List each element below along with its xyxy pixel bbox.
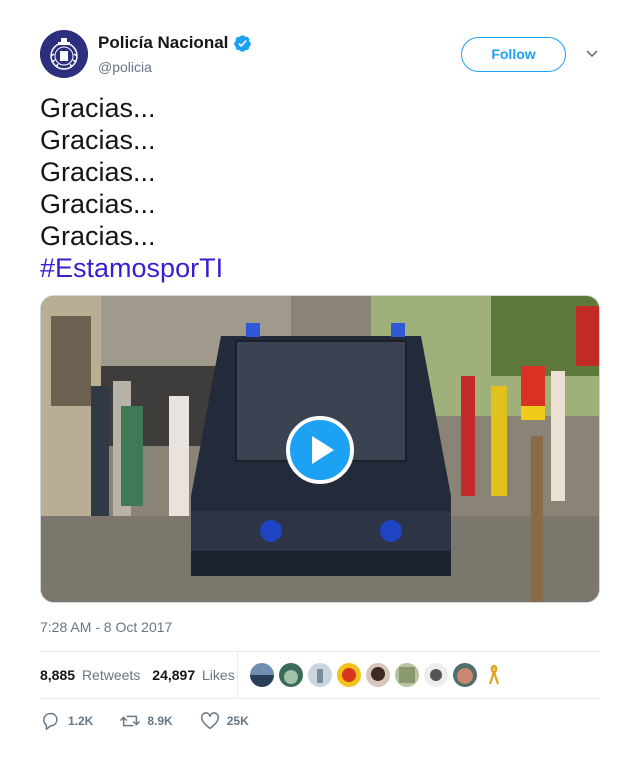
heart-icon <box>200 712 219 730</box>
verified-badge-icon <box>233 34 252 53</box>
tweet-timestamp[interactable]: 7:28 AM - 8 Oct 2017 <box>40 619 600 639</box>
display-name[interactable]: Policía Nacional <box>98 33 228 53</box>
reply-count: 1.2K <box>68 714 94 728</box>
liker-avatar[interactable] <box>308 663 332 687</box>
liker-avatar[interactable] <box>482 663 506 687</box>
hashtag-link[interactable]: #EstamosporTI <box>40 252 600 284</box>
liker-avatar[interactable] <box>424 663 448 687</box>
retweets-label: Retweets <box>81 667 141 683</box>
liker-avatar[interactable] <box>337 663 361 687</box>
tweet-text: Gracias... Gracias... Gracias... Gracias… <box>40 92 600 284</box>
liker-avatar[interactable] <box>395 663 419 687</box>
play-icon <box>312 436 334 464</box>
like-button[interactable]: 25K <box>199 710 249 732</box>
reply-icon <box>43 712 58 730</box>
play-button[interactable] <box>286 416 354 484</box>
tweet: Policía Nacional @policia Follow Gracias… <box>40 30 600 743</box>
chevron-down-icon[interactable] <box>584 45 600 61</box>
retweets-count: 8,885 <box>40 667 76 683</box>
tweet-text-line: Gracias... <box>40 221 156 251</box>
avatar[interactable] <box>40 30 88 78</box>
tweet-stats: 8,885 Retweets 24,897 Likes <box>40 652 600 698</box>
retweet-icon <box>120 715 141 727</box>
tweet-text-line: Gracias... <box>40 157 156 187</box>
tweet-header: Policía Nacional @policia Follow <box>40 30 600 82</box>
tweet-text-line: Gracias... <box>40 125 156 155</box>
retweet-count: 8.9K <box>147 714 173 728</box>
liker-avatar[interactable] <box>279 663 303 687</box>
liker-avatar[interactable] <box>453 663 477 687</box>
likes-label: Likes <box>202 667 235 683</box>
likes-stat[interactable]: 24,897 Likes <box>152 667 234 683</box>
liker-avatar[interactable] <box>366 663 390 687</box>
tweet-text-line: Gracias... <box>40 189 156 219</box>
tweet-actions: 1.2K 8.9K 25K <box>40 699 600 743</box>
follow-button[interactable]: Follow <box>461 37 566 72</box>
police-badge-icon <box>40 30 88 78</box>
tweet-text-line: Gracias... <box>40 93 156 123</box>
liker-avatars <box>250 663 506 687</box>
likes-count: 24,897 <box>152 667 196 683</box>
like-count: 25K <box>226 714 249 728</box>
retweet-button[interactable]: 8.9K <box>119 710 173 732</box>
video-player[interactable] <box>40 295 600 603</box>
liker-avatar[interactable] <box>250 663 274 687</box>
reply-button[interactable]: 1.2K <box>40 710 93 732</box>
stats-separator <box>237 652 238 698</box>
name-row: Policía Nacional <box>98 33 252 53</box>
retweets-stat[interactable]: 8,885 Retweets <box>40 667 140 683</box>
account-handle[interactable]: @policia <box>98 59 152 75</box>
